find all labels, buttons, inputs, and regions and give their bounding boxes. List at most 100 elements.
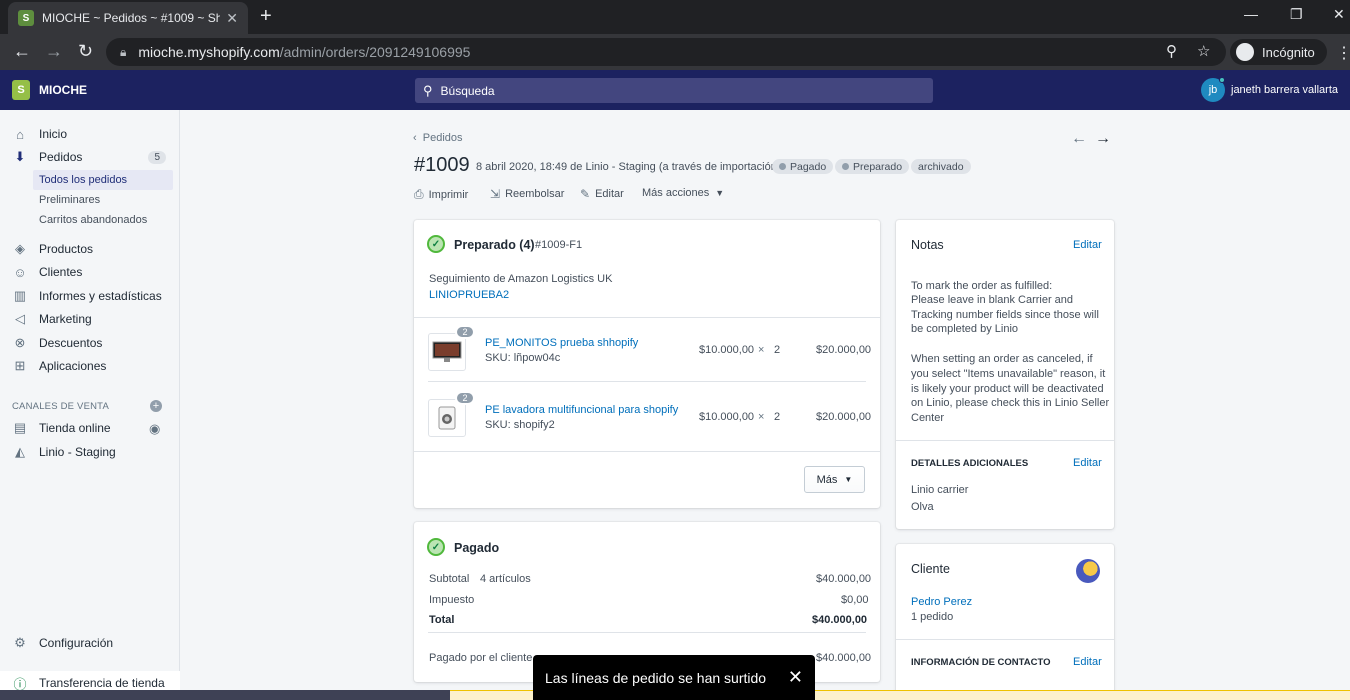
tax-label: Impuesto [429, 594, 475, 606]
user-name[interactable]: janeth barrera vallarta [1231, 84, 1338, 96]
sidebar-item-label: Productos [39, 242, 94, 256]
notes-edit-link[interactable]: Editar [1073, 239, 1102, 251]
times-sign: × [758, 344, 765, 356]
refund-button[interactable]: ⇲ Reembolsar [490, 187, 564, 201]
minimize-icon[interactable]: — [1244, 6, 1258, 22]
breadcrumb-label: Pedidos [422, 132, 463, 144]
close-tab-icon[interactable]: ✕ [226, 10, 238, 27]
tax-value: $0,00 [841, 594, 869, 606]
add-channel-icon[interactable]: + [150, 400, 162, 412]
customer-name-link[interactable]: Pedro Perez [911, 596, 972, 608]
total-value: $40.000,00 [812, 614, 868, 626]
sidebar-item-informes[interactable]: ▥ Informes y estadísticas [0, 285, 180, 307]
restore-icon[interactable]: ❐ [1290, 6, 1303, 23]
print-icon: ⎙ [414, 187, 424, 201]
more-actions-button[interactable]: Más acciones ▼ [642, 187, 724, 199]
breadcrumb[interactable]: ‹ Pedidos [413, 132, 463, 144]
browser-tab[interactable]: S MIOCHE ~ Pedidos ~ #1009 ~ Sh ✕ [8, 2, 248, 34]
sidebar-item-inicio[interactable]: ⌂ Inicio [0, 123, 180, 145]
refund-label: Reembolsar [505, 188, 565, 200]
sidebar-item-marketing[interactable]: ◁ Marketing [0, 308, 180, 330]
fulfillment-title: Preparado (4) [454, 238, 535, 252]
refund-icon: ⇲ [490, 187, 501, 201]
sidebar-item-label: Inicio [39, 127, 68, 141]
sidebar-item-descuentos[interactable]: ⊗ Descuentos [0, 332, 180, 354]
product-link[interactable]: PE_MONITOS prueba shhopify [485, 337, 638, 349]
sidebar-item-label: Transferencia de tienda [39, 676, 165, 690]
bookmark-star-icon[interactable]: ☆ [1197, 42, 1210, 60]
fulfilled-check-icon: ✓ [427, 235, 445, 253]
sidebar-item-aplicaciones[interactable]: ⊞ Aplicaciones [0, 355, 180, 377]
sidebar-item-configuracion[interactable]: ⚙ Configuración [0, 632, 180, 654]
close-toast-icon[interactable]: ✕ [788, 667, 803, 688]
product-sku: SKU: shopify2 [485, 419, 555, 431]
payment-title: Pagado [454, 541, 500, 555]
paid-by-customer-value: $40.000,00 [816, 652, 872, 664]
product-link[interactable]: PE lavadora multifuncional para shopify [485, 404, 678, 416]
order-meta: 8 abril 2020, 18:49 de Linio - Staging (… [476, 161, 781, 173]
status-badge-archived: archivado [911, 159, 971, 174]
sidebar-subitem-carritos-abandonados[interactable]: Carritos abandonados [33, 210, 173, 230]
edit-button[interactable]: ✎ Editar [580, 187, 624, 201]
url-host: mioche.myshopify.com [138, 44, 280, 60]
pencil-icon: ✎ [580, 187, 591, 201]
incognito-badge[interactable]: Incógnito [1230, 39, 1327, 65]
sidebar-item-clientes[interactable]: ☺ Clientes [0, 261, 180, 283]
additional-details-edit-link[interactable]: Editar [1073, 457, 1102, 469]
status-badge-label: archivado [918, 160, 964, 173]
sidebar-item-label: Clientes [39, 265, 83, 279]
chart-icon: ▥ [13, 288, 27, 303]
note-line: is likely your product will be deactivat… [911, 383, 1104, 395]
lock-icon: 🔒︎ [120, 44, 127, 59]
tab-title: MIOCHE ~ Pedidos ~ #1009 ~ Sh [42, 11, 221, 25]
sidebar-item-linio-staging[interactable]: ◭ Linio - Staging [0, 441, 180, 463]
shopify-favicon-icon: S [18, 10, 34, 26]
new-tab-icon[interactable]: + [260, 6, 272, 26]
shop-name[interactable]: MIOCHE [39, 83, 87, 97]
quantity-badge: 2 [455, 391, 475, 405]
item-count: 2 [774, 344, 781, 356]
forward-icon[interactable]: → [45, 42, 63, 60]
sidebar-item-label: Pedidos [39, 150, 83, 164]
sidebar-subitem-preliminares[interactable]: Preliminares [33, 190, 173, 210]
discount-icon: ⊗ [14, 335, 26, 350]
url-field[interactable]: 🔒︎ mioche.myshopify.com /admin/orders/20… [106, 38, 1226, 66]
monitor-icon [432, 341, 462, 362]
note-line: Center [911, 412, 945, 424]
note-line: To mark the order as fulfilled: [911, 280, 1053, 292]
view-store-eye-icon[interactable]: ◉ [149, 421, 160, 437]
tracking-number-link[interactable]: LINIOPRUEBA2 [429, 289, 509, 301]
sidebar-item-productos[interactable]: ◈ Productos [0, 238, 180, 260]
shopify-logo-icon[interactable]: S [12, 80, 30, 100]
customer-title: Cliente [911, 562, 950, 576]
back-icon[interactable]: ← [13, 42, 31, 60]
contact-info-edit-link[interactable]: Editar [1073, 656, 1102, 668]
next-order-icon[interactable]: → [1095, 130, 1111, 148]
sidebar-subitem-todos-los-pedidos[interactable]: Todos los pedidos [33, 170, 173, 190]
search-input[interactable]: ⚲ Búsqueda [415, 78, 933, 103]
more-button[interactable]: Más ▼ [804, 466, 865, 493]
status-badge-label: Preparado [853, 160, 903, 173]
customer-orders: 1 pedido [911, 611, 954, 623]
browser-menu-icon[interactable]: ⋮ [1336, 43, 1350, 63]
edit-label: Editar [595, 188, 624, 200]
toast-message: Las líneas de pedido se han surtido [545, 669, 767, 686]
search-icon: ⚲ [423, 82, 433, 98]
close-window-icon[interactable]: ✕ [1333, 6, 1345, 23]
product-sku: SKU: lñpow04c [485, 352, 561, 364]
incognito-icon [1236, 43, 1254, 61]
additional-detail-line: Olva [911, 501, 934, 513]
sidebar-item-label: Linio - Staging [39, 445, 116, 459]
print-button[interactable]: ⎙ Imprimir [414, 187, 468, 202]
sidebar-item-label: Descuentos [39, 336, 103, 350]
previous-order-icon[interactable]: ← [1071, 130, 1087, 148]
sidebar-item-pedidos[interactable]: ⬇ Pedidos 5 [0, 146, 180, 168]
banner-overlay [0, 690, 450, 700]
zoom-icon[interactable]: ⚲ [1166, 42, 1177, 60]
sidebar-item-label: Aplicaciones [39, 359, 107, 373]
total-label: Total [429, 614, 455, 626]
orders-count-badge: 5 [148, 150, 166, 164]
search-placeholder: Búsqueda [440, 83, 495, 98]
reload-icon[interactable]: ↻ [78, 42, 93, 60]
unit-price: $10.000,00 [699, 411, 755, 423]
